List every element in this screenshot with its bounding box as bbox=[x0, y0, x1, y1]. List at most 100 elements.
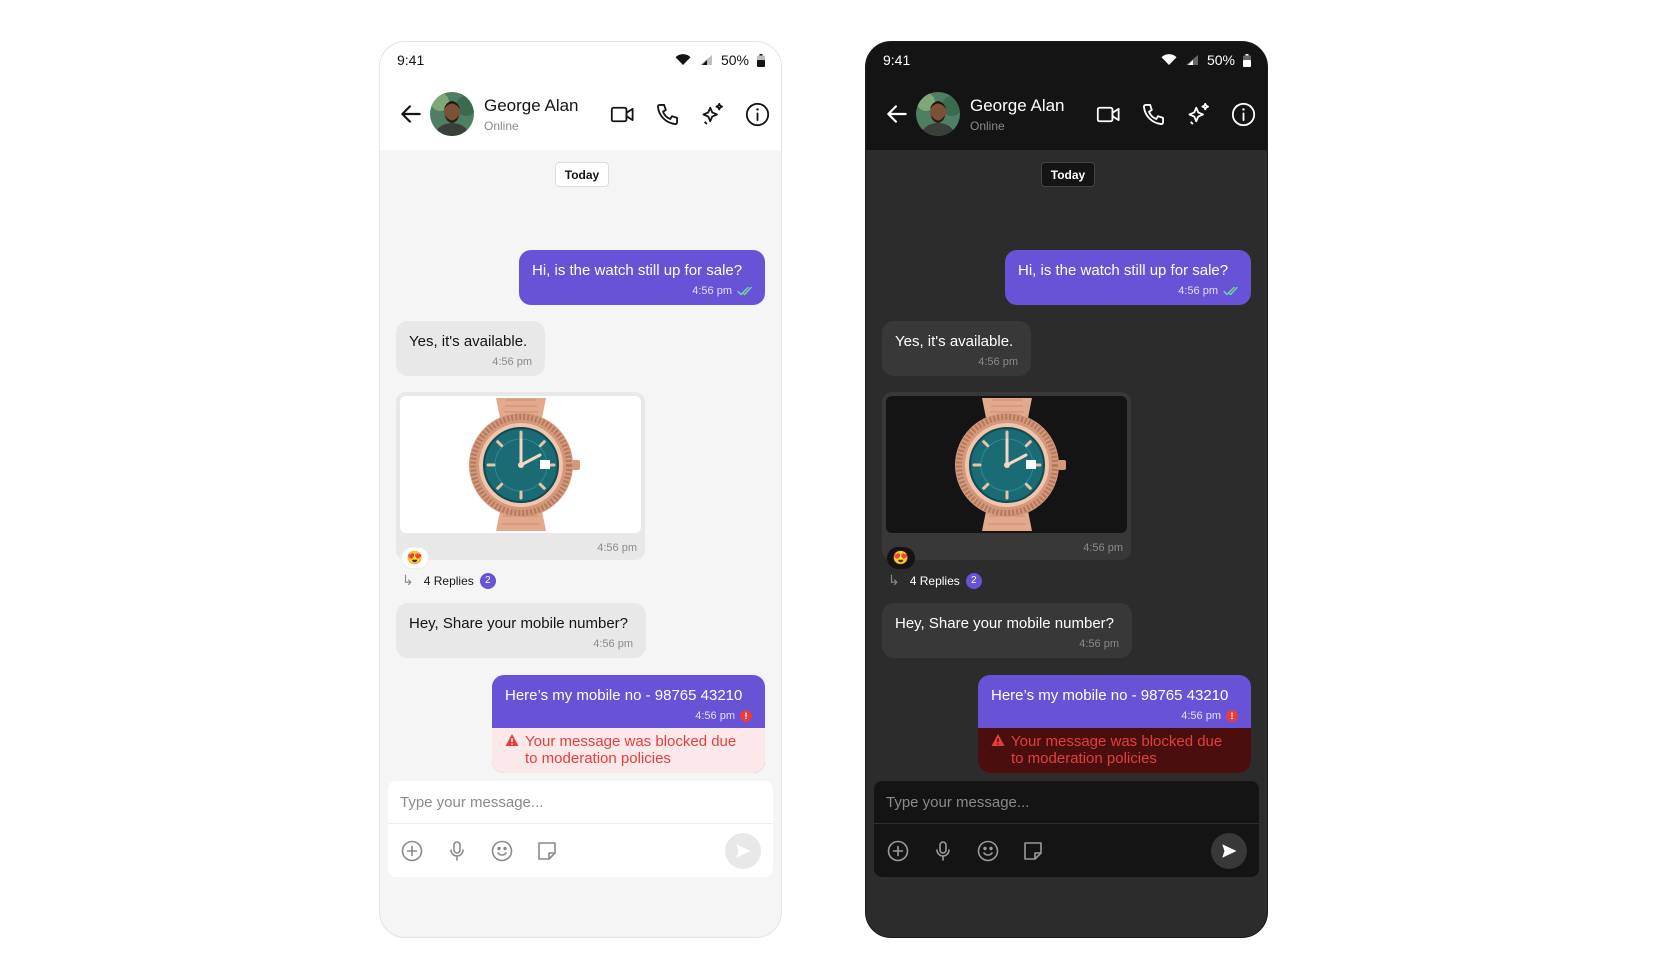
sticker-icon[interactable] bbox=[1021, 839, 1045, 863]
message-time: 4:56 pm bbox=[597, 542, 637, 554]
thread-replies[interactable]: ↳ 4 Replies 2 bbox=[888, 572, 982, 589]
outgoing-message[interactable]: Hi, is the watch still up for sale? 4:56… bbox=[1005, 250, 1251, 305]
emoji-icon[interactable] bbox=[490, 839, 514, 863]
message-time: 4:56 pm bbox=[1181, 710, 1221, 722]
message-text: Hey, Share your mobile number? bbox=[895, 615, 1114, 632]
message-time: 4:56 pm bbox=[1079, 638, 1119, 650]
message-text: Yes, it's available. bbox=[409, 333, 528, 350]
incoming-message[interactable]: Yes, it's available. 4:56 pm bbox=[882, 321, 1031, 376]
contact-status: Online bbox=[970, 118, 1005, 133]
incoming-message[interactable]: Hey, Share your mobile number? 4:56 pm bbox=[396, 603, 646, 658]
info-icon[interactable] bbox=[744, 101, 771, 128]
contact-status: Online bbox=[484, 118, 519, 133]
message-composer: Type your message... bbox=[874, 781, 1259, 877]
reaction-emoji: 😍 bbox=[406, 550, 424, 565]
message-text: Here’s my mobile no - 98765 43210 bbox=[505, 687, 743, 704]
moderation-text: Your message was blocked due to moderati… bbox=[1011, 733, 1223, 767]
incoming-image-message[interactable]: 4:56 pm bbox=[396, 392, 645, 560]
message-time: 4:56 pm bbox=[978, 356, 1018, 368]
double-check-icon bbox=[1223, 286, 1238, 296]
sticker-icon[interactable] bbox=[535, 839, 559, 863]
incoming-message[interactable]: Hey, Share your mobile number? 4:56 pm bbox=[882, 603, 1132, 658]
moderation-notice: Your message was blocked due to moderati… bbox=[492, 728, 765, 773]
message-text: Hi, is the watch still up for sale? bbox=[1018, 262, 1229, 279]
replies-label: 4 Replies bbox=[423, 573, 474, 588]
reaction-chip[interactable]: 😍 bbox=[401, 547, 429, 569]
status-bar: 9:41 50% bbox=[380, 42, 781, 78]
battery-percent: 50% bbox=[720, 52, 749, 68]
moderation-notice: Your message was blocked due to moderati… bbox=[978, 728, 1251, 773]
chat-header: George Alan Online bbox=[380, 78, 781, 150]
battery-percent: 50% bbox=[1206, 52, 1235, 68]
battery-icon bbox=[1243, 53, 1251, 67]
double-check-icon bbox=[737, 286, 752, 296]
message-time: 4:56 pm bbox=[1083, 542, 1123, 554]
battery-icon bbox=[757, 53, 765, 67]
message-time: 4:56 pm bbox=[692, 285, 732, 297]
wifi-icon bbox=[675, 54, 691, 66]
send-icon bbox=[1222, 843, 1237, 858]
contact-name: George Alan bbox=[970, 95, 1065, 115]
message-composer: Type your message... bbox=[388, 781, 773, 877]
video-call-icon[interactable] bbox=[609, 101, 636, 128]
replies-label: 4 Replies bbox=[909, 573, 960, 588]
replies-count-badge: 2 bbox=[479, 572, 496, 589]
emoji-icon[interactable] bbox=[976, 839, 1000, 863]
message-text: Hey, Share your mobile number? bbox=[409, 615, 628, 632]
ai-sparkle-icon[interactable] bbox=[699, 101, 726, 128]
ai-sparkle-icon[interactable] bbox=[1185, 101, 1212, 128]
chat-header: George Alan Online bbox=[866, 78, 1267, 150]
date-separator: Today bbox=[1041, 162, 1095, 187]
reaction-chip[interactable]: 😍 bbox=[887, 547, 915, 569]
microphone-icon[interactable] bbox=[445, 839, 469, 863]
warning-icon bbox=[505, 733, 519, 767]
video-call-icon[interactable] bbox=[1095, 101, 1122, 128]
incoming-image-message[interactable]: 4:56 pm bbox=[882, 392, 1131, 560]
voice-call-icon[interactable] bbox=[1140, 101, 1167, 128]
message-input[interactable]: Type your message... bbox=[874, 781, 1259, 824]
outgoing-blocked-message[interactable]: Here’s my mobile no - 98765 43210 4:56 p… bbox=[978, 675, 1251, 773]
moderation-text: Your message was blocked due to moderati… bbox=[525, 733, 737, 767]
avatar[interactable] bbox=[430, 92, 474, 136]
info-icon[interactable] bbox=[1230, 101, 1257, 128]
watch-image[interactable] bbox=[400, 396, 641, 533]
message-text: Here’s my mobile no - 98765 43210 bbox=[991, 687, 1229, 704]
add-circle-icon[interactable] bbox=[400, 839, 424, 863]
replies-count-badge: 2 bbox=[965, 572, 982, 589]
signal-icon bbox=[1185, 54, 1199, 66]
avatar[interactable] bbox=[916, 92, 960, 136]
outgoing-blocked-message[interactable]: Here’s my mobile no - 98765 43210 4:56 p… bbox=[492, 675, 765, 773]
error-icon: ! bbox=[1226, 710, 1238, 722]
message-time: 4:56 pm bbox=[695, 710, 735, 722]
message-list[interactable]: Today Hi, is the watch still up for sale… bbox=[380, 150, 781, 877]
chat-screen-light: 9:41 50% George Alan Online Today Hi, is… bbox=[379, 41, 782, 938]
add-circle-icon[interactable] bbox=[886, 839, 910, 863]
date-separator: Today bbox=[555, 162, 609, 187]
message-list[interactable]: Today Hi, is the watch still up for sale… bbox=[866, 150, 1267, 877]
microphone-icon[interactable] bbox=[931, 839, 955, 863]
chat-screen-dark: 9:41 50% George Alan Online Today Hi, is… bbox=[865, 41, 1268, 938]
back-arrow-icon[interactable] bbox=[398, 101, 424, 127]
message-text: Yes, it's available. bbox=[895, 333, 1014, 350]
status-time: 9:41 bbox=[397, 52, 425, 68]
contact-name: George Alan bbox=[484, 95, 579, 115]
message-time: 4:56 pm bbox=[1178, 285, 1218, 297]
incoming-message[interactable]: Yes, it's available. 4:56 pm bbox=[396, 321, 545, 376]
message-time: 4:56 pm bbox=[593, 638, 633, 650]
voice-call-icon[interactable] bbox=[654, 101, 681, 128]
warning-icon bbox=[991, 733, 1005, 767]
status-time: 9:41 bbox=[883, 52, 911, 68]
watch-image[interactable] bbox=[886, 396, 1127, 533]
back-arrow-icon[interactable] bbox=[884, 101, 910, 127]
send-button[interactable] bbox=[725, 832, 761, 869]
message-text: Hi, is the watch still up for sale? bbox=[532, 262, 743, 279]
reply-arrow-icon: ↳ bbox=[888, 572, 900, 588]
send-button[interactable] bbox=[1211, 832, 1247, 869]
thread-replies[interactable]: ↳ 4 Replies 2 bbox=[402, 572, 496, 589]
error-icon: ! bbox=[740, 710, 752, 722]
send-icon bbox=[736, 843, 751, 858]
reply-arrow-icon: ↳ bbox=[402, 572, 414, 588]
message-time: 4:56 pm bbox=[492, 356, 532, 368]
message-input[interactable]: Type your message... bbox=[388, 781, 773, 824]
outgoing-message[interactable]: Hi, is the watch still up for sale? 4:56… bbox=[519, 250, 765, 305]
